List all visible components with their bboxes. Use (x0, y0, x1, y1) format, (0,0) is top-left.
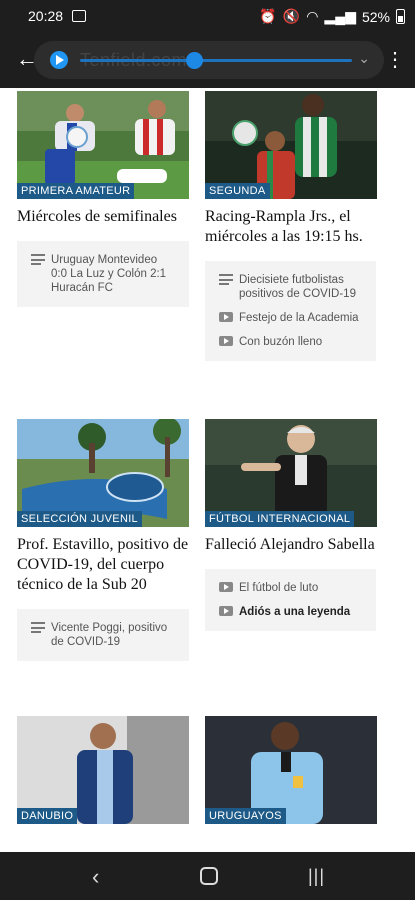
status-time: 20:28 (28, 8, 64, 24)
related-box: Vicente Poggi, positivo de COVID-19 (17, 609, 189, 661)
progress-knob[interactable] (186, 52, 204, 69)
news-image[interactable]: SEGUNDA (205, 91, 377, 199)
video-icon (219, 582, 233, 592)
related-text[interactable]: Vicente Poggi, positivo de COVID-19 (51, 622, 167, 648)
text-icon (219, 274, 233, 285)
more-options-icon[interactable]: ⋮ (385, 50, 405, 70)
video-icon (219, 312, 233, 322)
media-player: Tenfield.com ⌄ (34, 41, 384, 79)
related-box: El fútbol de luto Adiós a una leyenda (205, 569, 376, 631)
news-card[interactable]: DANUBIO (17, 716, 189, 824)
news-title[interactable]: Prof. Estavillo, positivo de COVID-19, d… (17, 535, 189, 595)
news-image[interactable]: URUGUAYOS (205, 716, 377, 824)
related-text[interactable]: Diecisiete futbolistas positivos de COVI… (239, 274, 356, 300)
alarm-icon: ⏰ (259, 8, 277, 24)
category-label[interactable]: PRIMERA AMATEUR (17, 183, 135, 199)
related-item[interactable]: Festejo de la Academia (219, 311, 362, 325)
related-text[interactable]: El fútbol de luto (239, 582, 318, 594)
battery-icon (396, 9, 405, 24)
news-image[interactable]: DANUBIO (17, 716, 189, 824)
category-label[interactable]: SEGUNDA (205, 183, 270, 199)
play-icon[interactable] (50, 51, 68, 69)
related-box: Uruguay Montevideo 0:0 La Luz y Colón 2:… (17, 241, 189, 307)
category-label[interactable]: FÚTBOL INTERNACIONAL (205, 511, 355, 527)
related-text[interactable]: Con buzón lleno (239, 336, 322, 348)
related-box: Diecisiete futbolistas positivos de COVI… (205, 261, 376, 361)
news-image[interactable]: FÚTBOL INTERNACIONAL (205, 419, 377, 527)
video-icon (219, 606, 233, 616)
related-item[interactable]: El fútbol de luto (219, 581, 362, 595)
status-bar: 20:28 ⏰ 🔇 ◠ ▂▄▆ 52% (0, 0, 415, 34)
news-title[interactable]: Racing-Rampla Jrs., el miércoles a las 1… (205, 207, 376, 247)
nav-back-icon[interactable]: ‹ (92, 864, 99, 890)
related-item[interactable]: Diecisiete futbolistas positivos de COVI… (219, 273, 362, 301)
news-title[interactable]: Falleció Alejandro Sabella (205, 535, 376, 555)
signal-icon: ▂▄▆ (324, 8, 356, 24)
text-icon (31, 254, 45, 265)
top-bar: ← Tenfield.com ⌄ ⋮ (0, 34, 415, 88)
wifi-icon: ◠ (306, 8, 319, 24)
nav-recent-apps-icon[interactable]: ||| (308, 866, 325, 887)
related-item[interactable]: Con buzón lleno (219, 335, 362, 349)
related-item[interactable]: Uruguay Montevideo 0:0 La Luz y Colón 2:… (31, 253, 175, 295)
news-card[interactable]: PRIMERA AMATEUR Miércoles de semifinales… (17, 91, 189, 307)
nav-home-icon[interactable] (200, 867, 218, 885)
related-text[interactable]: Uruguay Montevideo 0:0 La Luz y Colón 2:… (51, 254, 166, 294)
category-label[interactable]: URUGUAYOS (205, 808, 286, 824)
news-image[interactable]: PRIMERA AMATEUR (17, 91, 189, 199)
android-nav-bar: ‹ ||| (0, 852, 415, 900)
news-card[interactable]: URUGUAYOS (205, 716, 377, 824)
progress-track[interactable] (80, 59, 352, 62)
category-label[interactable]: SELECCIÓN JUVENIL (17, 511, 142, 527)
news-title[interactable]: Miércoles de semifinales (17, 207, 189, 227)
video-icon (219, 336, 233, 346)
gallery-icon (72, 10, 86, 22)
news-card[interactable]: SEGUNDA Racing-Rampla Jrs., el miércoles… (205, 91, 377, 361)
news-grid: PRIMERA AMATEUR Miércoles de semifinales… (0, 88, 415, 852)
related-text[interactable]: Festejo de la Academia (239, 312, 359, 324)
category-label[interactable]: DANUBIO (17, 808, 78, 824)
news-image[interactable]: SELECCIÓN JUVENIL (17, 419, 189, 527)
news-card[interactable]: SELECCIÓN JUVENIL Prof. Estavillo, posit… (17, 419, 189, 661)
battery-level: 52% (361, 8, 390, 25)
news-card[interactable]: FÚTBOL INTERNACIONAL Falleció Alejandro … (205, 419, 377, 631)
related-item[interactable]: Vicente Poggi, positivo de COVID-19 (31, 621, 175, 649)
related-text[interactable]: Adiós a una leyenda (239, 606, 350, 618)
mute-icon: 🔇 (282, 8, 301, 24)
text-icon (31, 622, 45, 633)
status-right: ⏰ 🔇 ◠ ▂▄▆ 52% (259, 8, 405, 25)
chevron-down-icon[interactable]: ⌄ (358, 50, 370, 67)
related-item[interactable]: Adiós a una leyenda (219, 605, 362, 619)
